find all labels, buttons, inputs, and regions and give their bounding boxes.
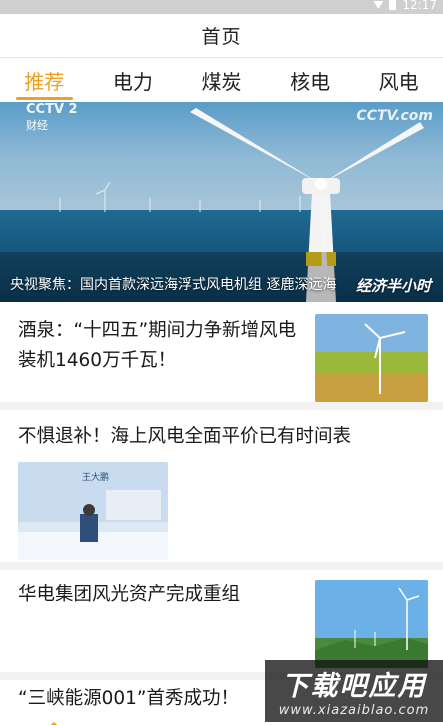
status-time: 12:17 [402, 0, 437, 12]
home-nav-icon[interactable] [44, 716, 64, 725]
hero-banner[interactable]: CCTV 2 财经 CCTV.com 央视聚焦：国内首款深远海浮式风电机组 逐鹿… [0, 102, 443, 302]
news-title: 华电集团风光资产完成重组 [18, 584, 241, 605]
news-item[interactable]: 酒泉：“十四五”期间力争新增风电装机1460万千瓦！ [0, 302, 443, 410]
watermark-url: www.xiazaiblao.com [278, 703, 430, 718]
channel-badge: CCTV 2 财经 [26, 102, 78, 133]
category-tabs: 推荐 电力 煤炭 核电 风电 [0, 58, 443, 102]
news-item[interactable]: 不惧退补！海上风电全面平价已有时间表 王大鹏 [0, 410, 443, 570]
news-title: 酒泉：“十四五”期间力争新增风电装机1460万千瓦！ [18, 320, 297, 371]
status-bar: 12:17 [0, 0, 443, 14]
news-thumbnail [315, 314, 428, 402]
channel-name: 财经 [26, 119, 48, 132]
hero-caption: 央视聚焦：国内首款深远海浮式风电机组 逐鹿深远海 [10, 277, 337, 293]
battery-icon [389, 0, 397, 10]
news-title: “三峡能源001”首秀成功！ [18, 688, 239, 709]
tab-power[interactable]: 电力 [89, 58, 178, 102]
watermark-brand: 下载吧应用 [281, 671, 427, 702]
channel-logo: CCTV 2 [26, 102, 78, 117]
tab-label: 风电 [378, 69, 419, 94]
site-watermark: 下载吧应用 www.xiazaiblao.com [265, 660, 443, 722]
wind-farm-grassland-image [315, 314, 428, 402]
tab-label: 电力 [112, 69, 153, 94]
tab-wind[interactable]: 风电 [354, 58, 443, 102]
tab-recommend[interactable]: 推荐 [0, 58, 89, 102]
cctv-watermark: CCTV.com [356, 108, 433, 124]
status-icons: 12:17 [373, 0, 437, 12]
wind-farm-mountain-image [315, 580, 428, 668]
wifi-icon [373, 1, 384, 9]
news-thumbnail [315, 580, 428, 668]
program-logo: 经济半小时 [355, 277, 431, 295]
tab-label: 核电 [290, 69, 331, 94]
news-thumbnail: 王大鹏 [18, 462, 168, 560]
speaker-name-caption: 王大鹏 [82, 473, 110, 483]
news-title: 不惧退补！海上风电全面平价已有时间表 [18, 426, 352, 447]
page-title: 首页 [201, 26, 242, 48]
tab-label: 推荐 [24, 69, 65, 94]
title-bar: 首页 [0, 14, 443, 58]
tab-label: 煤炭 [201, 69, 242, 94]
tab-nuclear[interactable]: 核电 [266, 58, 355, 102]
tab-coal[interactable]: 煤炭 [177, 58, 266, 102]
